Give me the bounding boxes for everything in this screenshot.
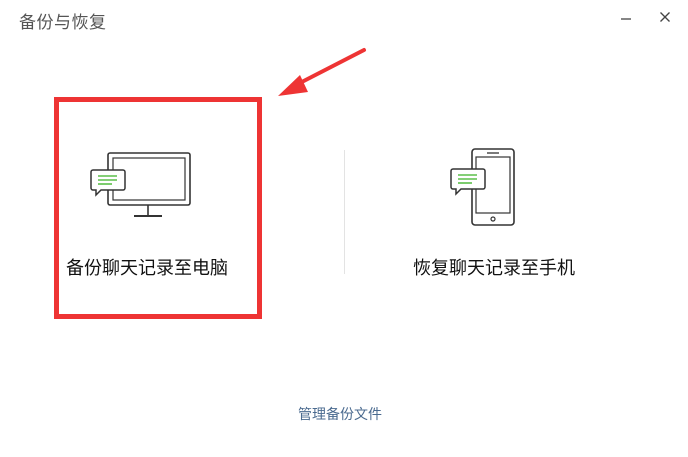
backup-restore-window: 备份与恢复 备份聊天记录至电脑 恢复聊天记录至手机 管理备份文件 bbox=[0, 0, 688, 457]
minimize-icon bbox=[621, 18, 631, 20]
minimize-button[interactable] bbox=[613, 4, 639, 30]
phone-chat-icon bbox=[450, 148, 515, 226]
restore-to-phone-option[interactable]: 恢复聊天记录至手机 bbox=[400, 100, 600, 312]
options-divider bbox=[344, 150, 345, 274]
restore-option-label: 恢复聊天记录至手机 bbox=[413, 258, 575, 279]
manage-backup-files-link[interactable]: 管理备份文件 bbox=[298, 404, 382, 424]
backup-to-pc-option[interactable]: 备份聊天记录至电脑 bbox=[56, 100, 256, 312]
window-title: 备份与恢复 bbox=[19, 13, 107, 33]
monitor-chat-icon bbox=[90, 152, 191, 217]
backup-option-label: 备份聊天记录至电脑 bbox=[66, 258, 228, 279]
close-icon bbox=[660, 12, 670, 22]
annotation-arrow-icon bbox=[278, 48, 366, 96]
close-button[interactable] bbox=[652, 4, 678, 30]
